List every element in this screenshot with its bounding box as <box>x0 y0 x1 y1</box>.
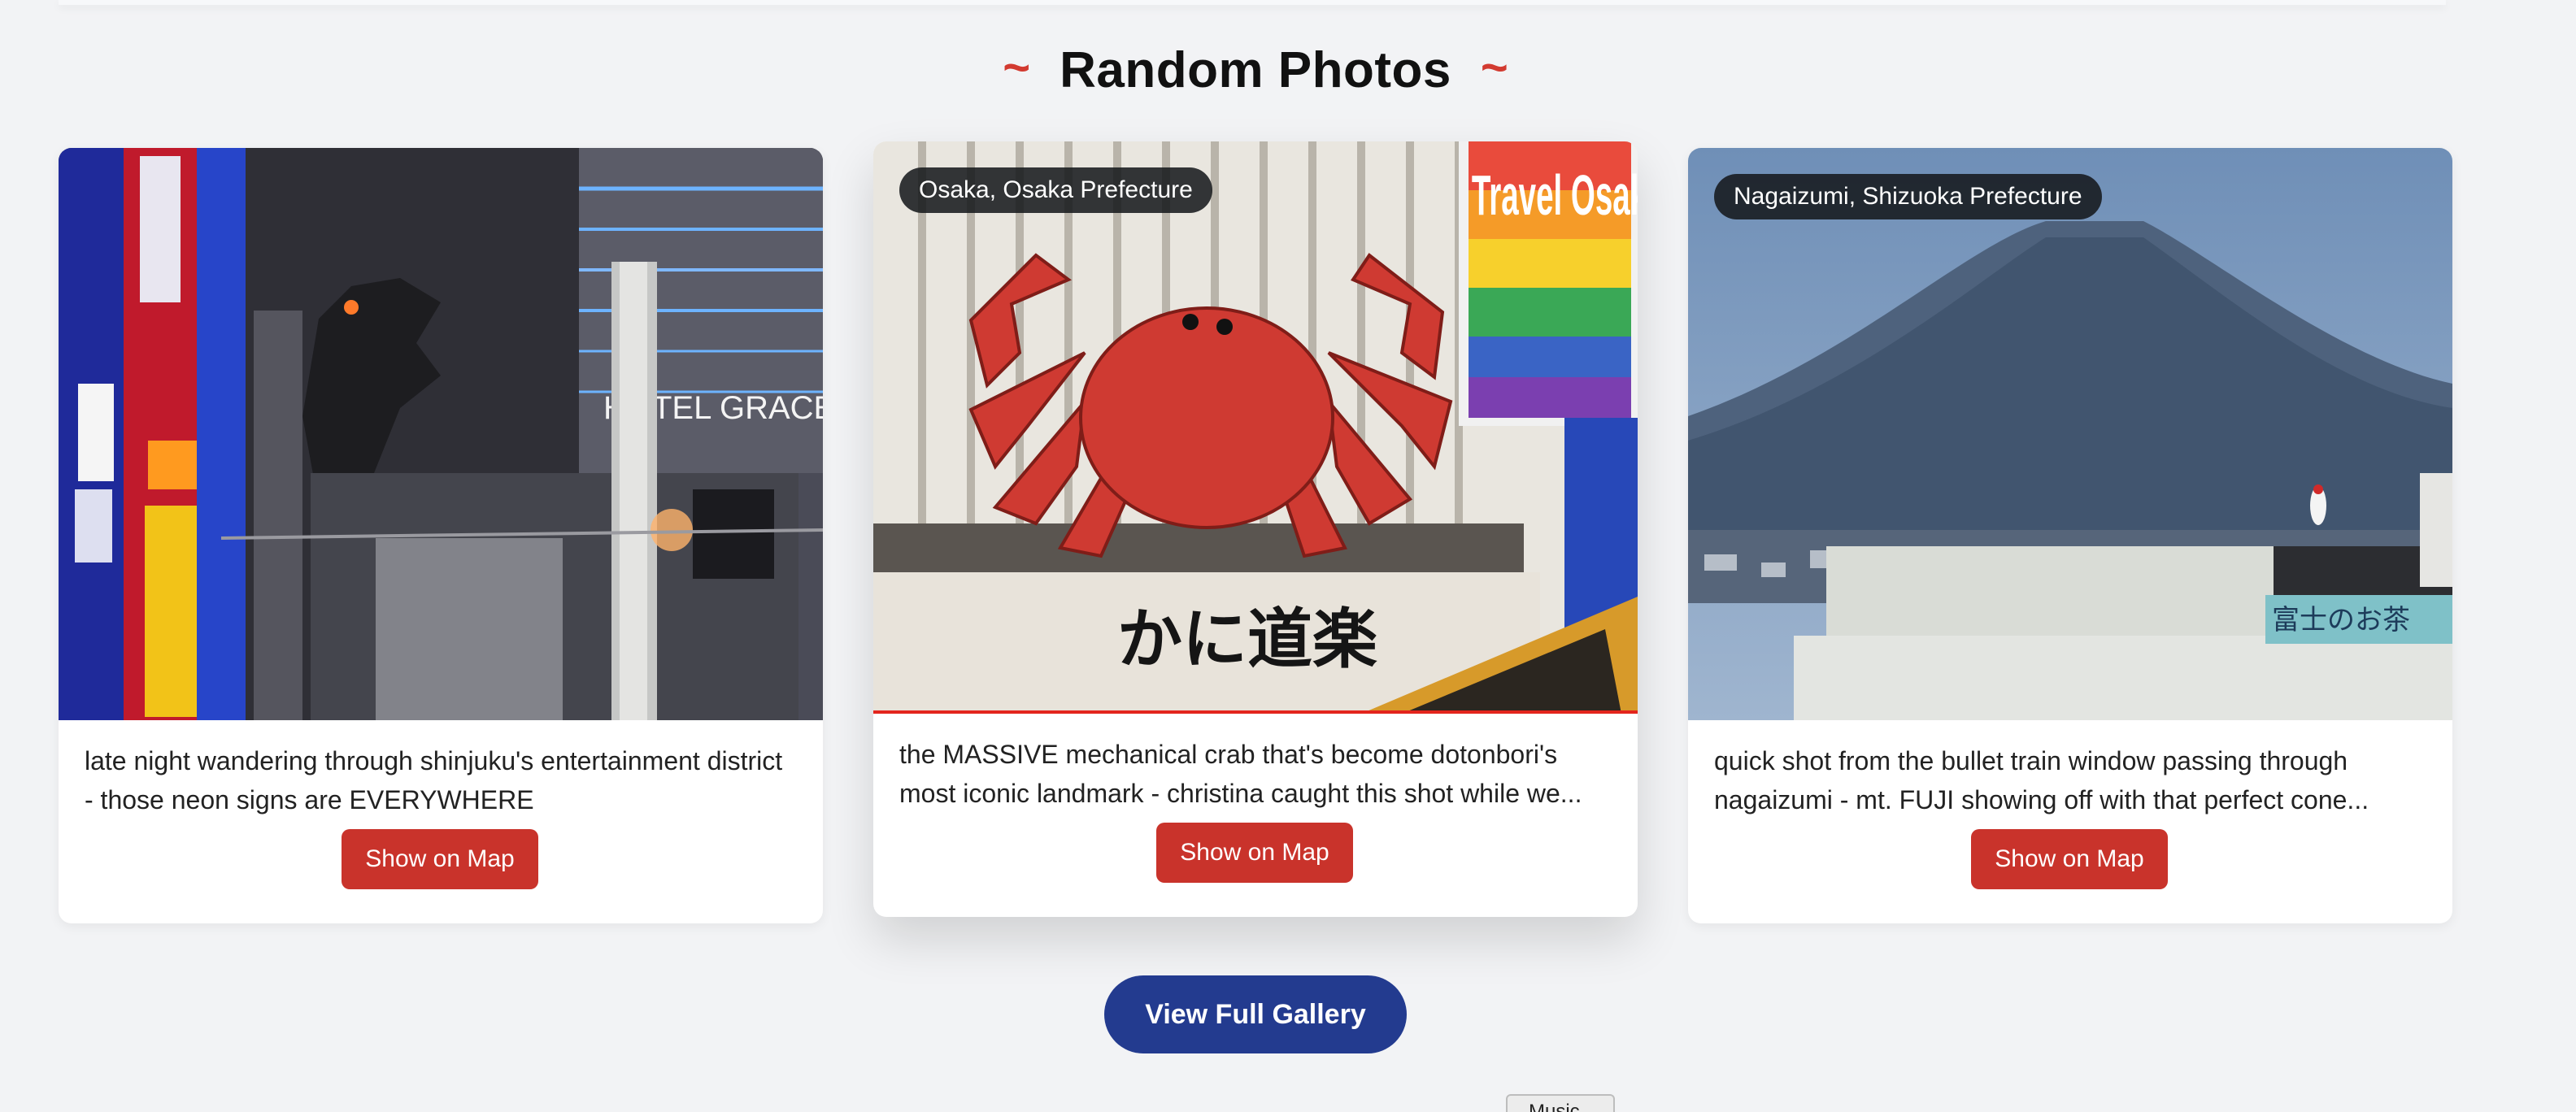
photo-osaka-crab[interactable]: かに道楽 Travel Osaka with Pride <box>873 141 1638 714</box>
view-full-gallery-button[interactable]: View Full Gallery <box>1104 975 1407 1053</box>
tilde-left-ornament: ~ <box>1003 41 1031 94</box>
section-title: Random Photos <box>1060 41 1451 98</box>
photo-card-shinjuku[interactable]: HOTEL GRACE late night wandering through… <box>59 148 823 923</box>
photo-card-osaka[interactable]: かに道楽 Travel Osaka with Pride <box>873 141 1638 917</box>
location-badge: Nagaizumi, Shizuoka Prefecture <box>1714 174 2102 219</box>
previous-section-edge <box>59 0 2446 5</box>
tilde-right-ornament: ~ <box>1480 41 1508 94</box>
tea-sign-text: 富士のお茶 <box>2272 604 2410 636</box>
photo-card-nagaizumi[interactable]: 富士のお茶 Nagaizumi, Shizuoka Prefecture qui… <box>1688 148 2452 923</box>
show-on-map-button[interactable]: Show on Map <box>1156 823 1353 883</box>
pride-sign-text: Travel Osaka with Pride <box>1472 163 1638 227</box>
show-on-map-button[interactable]: Show on Map <box>1971 829 2168 889</box>
shop-sign-kanji: かに道楽 <box>1117 601 1377 677</box>
location-badge: Osaka, Osaka Prefecture <box>899 167 1212 213</box>
music-player-tab[interactable]: Music <box>1506 1094 1615 1112</box>
photo-caption: late night wandering through shinjuku's … <box>85 746 783 814</box>
section-header: ~ Random Photos ~ <box>0 37 2511 102</box>
photo-caption: the MASSIVE mechanical crab that's becom… <box>899 740 1582 808</box>
photo-shinjuku[interactable]: HOTEL GRACE <box>59 148 823 720</box>
photo-mt-fuji[interactable]: 富士のお茶 <box>1688 148 2452 720</box>
photo-caption: quick shot from the bullet train window … <box>1714 746 2369 814</box>
show-on-map-button[interactable]: Show on Map <box>342 829 538 889</box>
